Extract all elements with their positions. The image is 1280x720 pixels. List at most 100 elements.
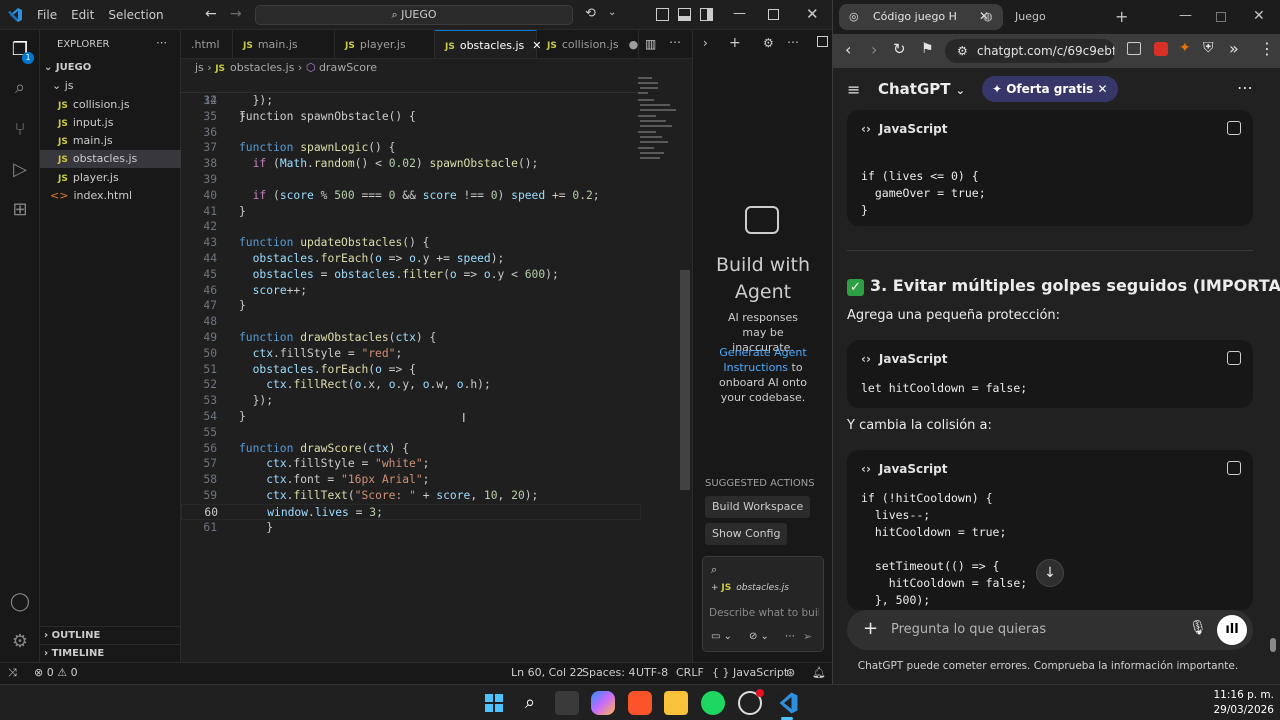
code-line[interactable]: 35} xyxy=(181,109,641,125)
browser-tab-juego[interactable]: ◍ Juego xyxy=(983,4,1103,30)
free-offer-pill[interactable]: ✦ Oferta gratis ✕ xyxy=(982,76,1118,102)
app-title[interactable]: ChatGPT ⌄ xyxy=(878,80,965,98)
code-line[interactable]: 60 window.lives = 3; xyxy=(181,503,641,520)
cursor-position[interactable]: Ln 60, Col 22 xyxy=(511,663,584,683)
forward-icon[interactable]: › xyxy=(871,40,877,59)
file-main[interactable]: JS main.js xyxy=(40,132,181,150)
code-line[interactable]: 58 ctx.font = "16px Arial"; xyxy=(181,472,641,488)
attach-plus-icon[interactable]: + xyxy=(863,618,878,639)
code-line[interactable]: 61 } xyxy=(181,520,641,536)
file-explorer-icon[interactable] xyxy=(664,691,688,715)
more-tools-chevrons-icon[interactable]: » xyxy=(1229,39,1239,58)
attach-paperclip-icon[interactable]: ⌕ xyxy=(711,563,717,577)
code-line[interactable]: 57 ctx.fillStyle = "white"; xyxy=(181,456,641,472)
back-icon[interactable]: ‹ xyxy=(845,40,851,59)
code-line[interactable]: 38 if (Math.random() < 0.02) spawnObstac… xyxy=(181,156,641,172)
minimize-icon[interactable]: — xyxy=(1179,8,1192,23)
folder-js[interactable]: ⌄ js xyxy=(40,77,181,95)
toggle-panel-icon[interactable] xyxy=(678,8,691,21)
language-mode[interactable]: { } JavaScript xyxy=(712,663,788,683)
code-line[interactable]: 40 if (score % 500 === 0 && score !== 0)… xyxy=(181,188,641,204)
site-settings-icon[interactable]: ⚙ xyxy=(957,39,968,63)
sticky-scroll-line[interactable]: 12 function spawnObstacle() { xyxy=(181,77,641,123)
encoding[interactable]: UTF-8 xyxy=(636,663,668,683)
code-line[interactable]: 49 function drawObstacles(ctx) { xyxy=(181,330,641,346)
page-scrollbar[interactable] xyxy=(1270,638,1276,652)
menu-selection[interactable]: Selection xyxy=(101,0,170,30)
search-icon[interactable]: ⌕ xyxy=(518,691,542,715)
task-view-icon[interactable] xyxy=(555,691,579,715)
agent-prompt-input[interactable]: Describe what to build xyxy=(709,607,819,619)
notifications-bell-icon[interactable]: 🔔︎ xyxy=(812,663,826,683)
extensions-icon[interactable]: ⊞ xyxy=(8,198,32,222)
tab-index-html[interactable]: .html xyxy=(181,30,233,58)
maximize-icon[interactable] xyxy=(768,9,779,20)
code-line[interactable]: 42 xyxy=(181,219,641,235)
spotify-icon[interactable] xyxy=(701,691,725,715)
folder-juego[interactable]: ⌄ JUEGO xyxy=(40,59,181,77)
run-debug-icon[interactable]: ▷ xyxy=(8,158,32,182)
code-line[interactable]: 45 obstacles = obstacles.filter(o => o.y… xyxy=(181,267,641,283)
code-line[interactable]: 59 ctx.fillText("Score: " + score, 10, 2… xyxy=(181,488,641,504)
copilot-app-icon[interactable] xyxy=(591,691,615,715)
menu-edit[interactable]: Edit xyxy=(64,0,101,30)
show-config-button[interactable]: Show Config xyxy=(705,523,788,545)
code-line[interactable]: 50 ctx.fillStyle = "red"; xyxy=(181,346,641,362)
code-line[interactable]: 39 xyxy=(181,172,641,188)
brave-browser-icon[interactable] xyxy=(628,691,652,715)
more-actions-icon[interactable]: ⋯ xyxy=(787,35,799,49)
send-icon[interactable]: ➢ xyxy=(803,630,812,643)
code-line[interactable]: 48 xyxy=(181,314,641,330)
code-line[interactable]: 43 function updateObstacles() { xyxy=(181,235,641,251)
extension-red-icon[interactable] xyxy=(1154,42,1168,56)
bookmark-icon[interactable]: ⚑ xyxy=(921,41,934,57)
build-workspace-button[interactable]: Build Workspace xyxy=(705,496,811,518)
address-bar[interactable]: ⚙ chatgpt.com/c/69c9ebfc... xyxy=(945,39,1115,63)
remote-icon[interactable]: ⤨ xyxy=(8,663,17,683)
code-line[interactable]: 37 function spawnLogic() { xyxy=(181,140,641,156)
maximize-icon[interactable] xyxy=(1216,12,1226,22)
microphone-icon[interactable]: 🎙︎ xyxy=(1189,620,1207,636)
code-line[interactable]: 56 function drawScore(ctx) { xyxy=(181,441,641,457)
split-editor-icon[interactable]: ▥ xyxy=(645,37,656,51)
new-tab-plus-icon[interactable]: + xyxy=(1115,7,1128,26)
indentation[interactable]: Spaces: 4 xyxy=(582,663,635,683)
chevron-down-icon[interactable]: ⌄ xyxy=(608,7,616,18)
copilot-icon[interactable]: ⟲ xyxy=(585,6,596,21)
close-icon[interactable]: ✕ xyxy=(1098,82,1108,96)
forward-arrow-icon[interactable]: → xyxy=(230,6,242,22)
settings-gear-icon[interactable]: ⚙ xyxy=(763,36,774,50)
toggle-secondary-sidebar-icon[interactable] xyxy=(700,8,713,21)
code-line[interactable]: 55 xyxy=(181,425,641,441)
editor-scrollbar[interactable] xyxy=(680,270,690,490)
menu-file[interactable]: File xyxy=(30,0,64,30)
toggle-sidebar-icon[interactable] xyxy=(656,8,669,21)
agent-mode-icon[interactable]: ▭ ⌄ xyxy=(711,631,732,642)
minimap[interactable] xyxy=(636,77,681,167)
more-options-icon[interactable]: ⋯ xyxy=(1237,78,1253,97)
copy-icon[interactable] xyxy=(1227,121,1241,135)
code-line[interactable]: 46 score++; xyxy=(181,283,641,299)
chevron-right-icon[interactable]: › xyxy=(703,36,708,50)
agent-input-box[interactable]: ⌕ + JS obstacles.js Describe what to buil… xyxy=(702,556,824,652)
minimize-icon[interactable]: — xyxy=(733,6,746,21)
scroll-down-arrow-icon[interactable]: ↓ xyxy=(1036,559,1064,587)
code-line[interactable]: 53 }); xyxy=(181,393,641,409)
copilot-status-icon[interactable]: ⊛ xyxy=(786,663,795,683)
model-picker-icon[interactable]: ⊘ ⌄ xyxy=(749,631,769,642)
prompt-input[interactable]: Pregunta lo que quieras xyxy=(891,622,1046,637)
shield-icon[interactable]: ⛨ xyxy=(1203,40,1214,56)
clock[interactable]: 11:16 p. m. 29/03/2026 xyxy=(1180,688,1274,718)
account-icon[interactable]: ◯ xyxy=(8,590,32,614)
reader-mode-icon[interactable] xyxy=(1127,42,1141,55)
voice-mode-icon[interactable]: ıll xyxy=(1217,615,1247,645)
context-file-chip[interactable]: + JS obstacles.js xyxy=(711,583,789,593)
reload-icon[interactable]: ↻ xyxy=(893,40,906,58)
code-line[interactable]: 44 obstacles.forEach(o => o.y += speed); xyxy=(181,251,641,267)
file-index-html[interactable]: <> index.html xyxy=(40,187,181,205)
code-line[interactable]: 52 ctx.fillRect(o.x, o.y, o.w, o.h); xyxy=(181,377,641,393)
maximize-panel-icon[interactable] xyxy=(817,36,828,47)
command-center-search[interactable]: ⌕ JUEGO xyxy=(255,5,573,25)
outline-section[interactable]: › OUTLINE xyxy=(40,626,181,644)
browser-menu-icon[interactable]: ⋮ xyxy=(1259,39,1275,58)
